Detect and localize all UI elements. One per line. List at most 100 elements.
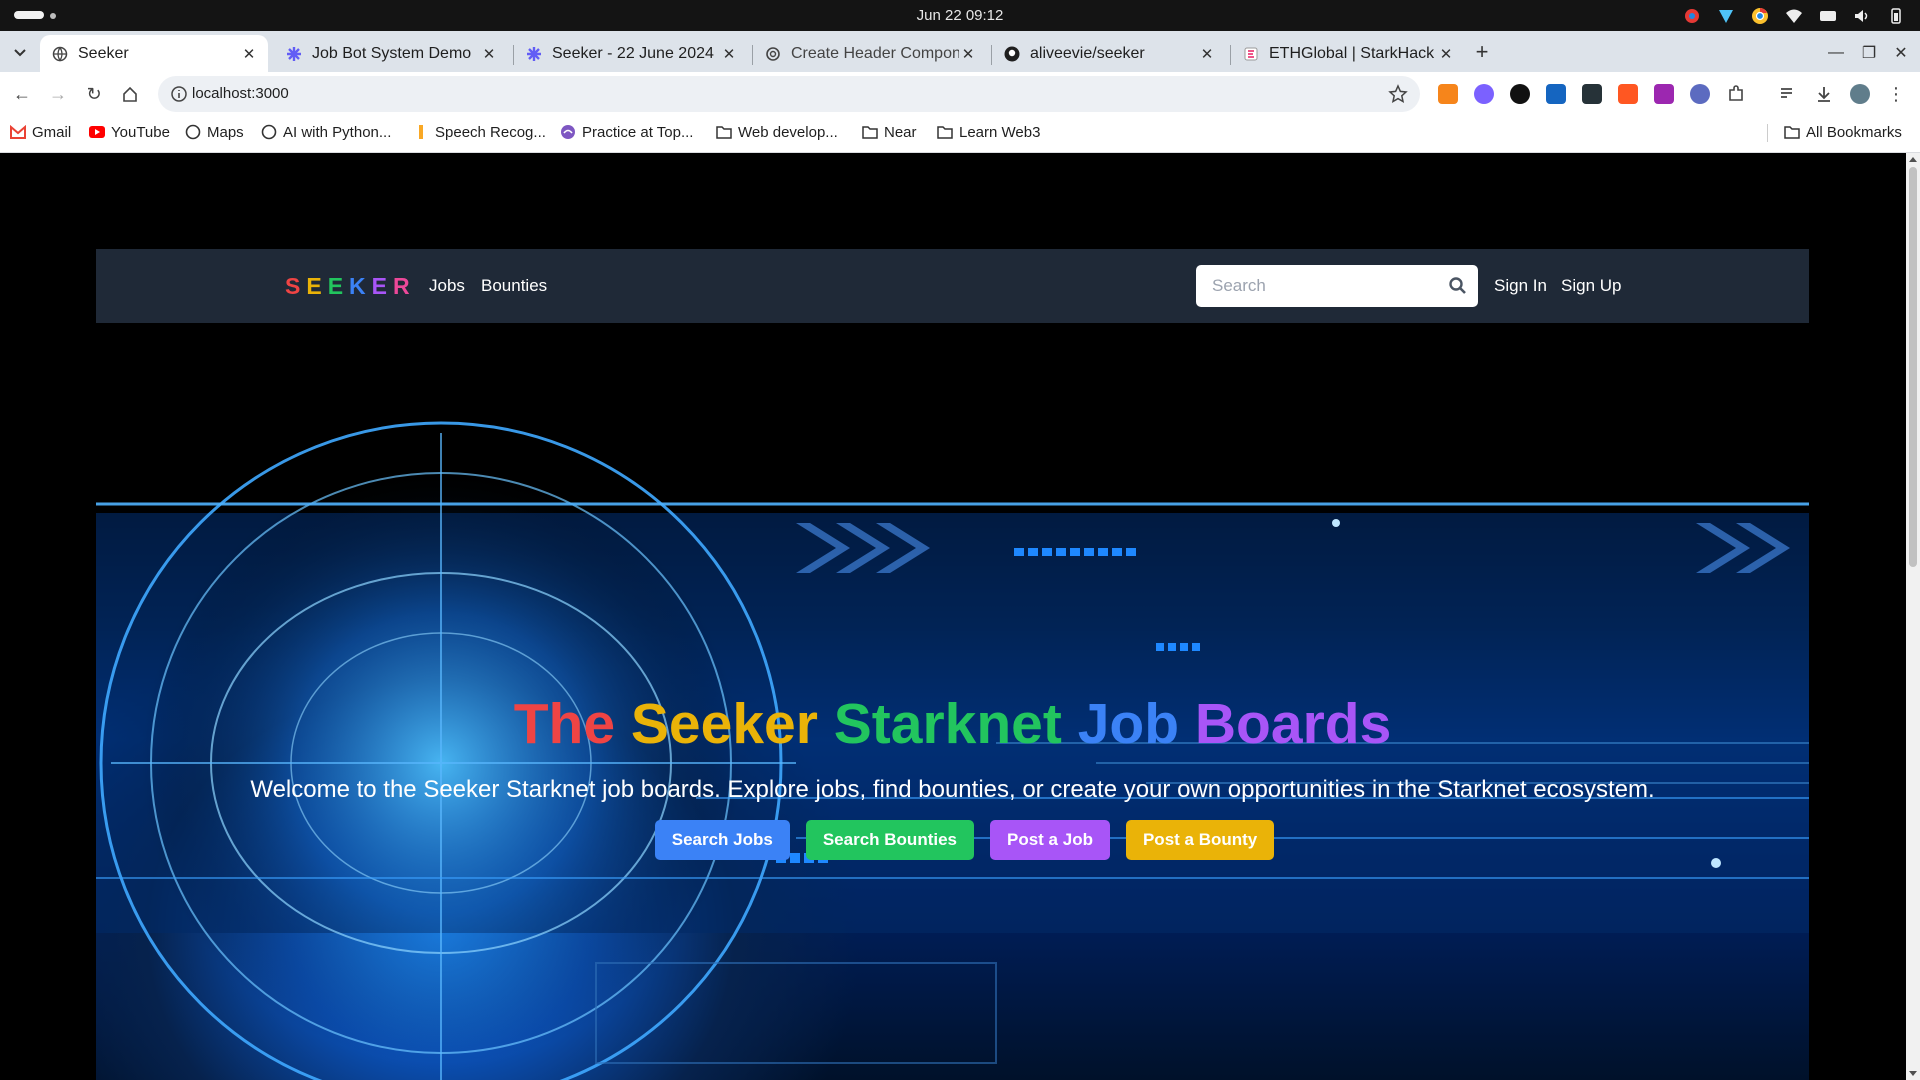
extension-icon[interactable] — [1654, 84, 1674, 104]
extension-icon[interactable] — [1618, 84, 1638, 104]
seeker-logo[interactable]: SEEKER — [285, 249, 416, 323]
logo-letter: S — [285, 273, 307, 299]
post-bounty-button[interactable]: Post a Bounty — [1125, 820, 1275, 860]
tab-label: Seeker - 22 June 2024 — [552, 44, 714, 62]
tab-seeker-video[interactable]: Seeker - 22 June 2024 ✕ — [514, 35, 748, 72]
download-icon[interactable] — [1814, 84, 1834, 104]
tab-label: aliveevie/seeker — [1030, 44, 1145, 62]
all-bookmarks[interactable]: All Bookmarks — [1784, 116, 1902, 148]
tab-label: ETHGlobal | StarkHack — [1269, 44, 1435, 62]
home-icon[interactable] — [118, 82, 142, 106]
site-info-icon[interactable] — [170, 85, 188, 103]
folder-icon — [862, 124, 878, 140]
wifi-icon[interactable] — [1784, 6, 1804, 26]
system-clock[interactable]: Jun 22 09:12 — [0, 0, 1920, 31]
search-input[interactable] — [1196, 265, 1436, 307]
tab-seeker[interactable]: Seeker ✕ — [40, 35, 268, 72]
reload-icon[interactable]: ↻ — [82, 82, 106, 106]
page-scrollbar[interactable] — [1906, 153, 1920, 1080]
tab-github[interactable]: aliveevie/seeker ✕ — [992, 35, 1226, 72]
metamask-icon[interactable] — [1438, 84, 1458, 104]
battery-icon[interactable] — [1886, 6, 1906, 26]
bookmark-speech[interactable]: Speech Recog... — [413, 116, 546, 148]
nav-jobs-link[interactable]: Jobs — [429, 249, 465, 323]
record-icon[interactable] — [1682, 6, 1702, 26]
bookmark-gmail[interactable]: Gmail — [10, 116, 71, 148]
bookmark-label: Speech Recog... — [435, 123, 546, 141]
tab-ethglobal[interactable]: ETHGlobal | StarkHack ✕ — [1231, 35, 1465, 72]
scroll-down-arrow-icon[interactable] — [1909, 1071, 1917, 1076]
bookmark-label: Gmail — [32, 123, 72, 141]
minimize-icon[interactable]: — — [1824, 41, 1848, 65]
tab-strip: Seeker ✕ Job Bot System Demo ✕ Seeker - … — [0, 31, 1920, 72]
sign-in-link[interactable]: Sign In — [1494, 249, 1547, 323]
bookmarks-divider — [1767, 124, 1768, 142]
bookmark-label: YouTube — [111, 123, 170, 141]
logo-letter: E — [327, 273, 350, 299]
browser-toolbar: ← → ↻ localhost:3000 ⋮ — [0, 72, 1920, 116]
hero-title: The Seeker Starknet Job Boards — [96, 691, 1809, 757]
bookmark-ai-python[interactable]: AI with Python... — [261, 116, 391, 148]
hero-title-word: Starknet — [833, 692, 1062, 756]
extension-icon[interactable] — [1510, 84, 1530, 104]
bookmark-label: Learn Web3 — [959, 123, 1041, 141]
site-search — [1196, 265, 1478, 307]
sign-up-link[interactable]: Sign Up — [1561, 249, 1621, 323]
bookmark-practice[interactable]: Practice at Top... — [560, 116, 693, 148]
address-bar[interactable]: localhost:3000 — [158, 76, 1420, 112]
search-icon[interactable] — [1448, 276, 1468, 296]
more-menu-icon[interactable]: ⋮ — [1886, 84, 1906, 104]
tab-job-bot[interactable]: Job Bot System Demo ✕ — [274, 35, 508, 72]
close-icon[interactable]: ✕ — [720, 45, 738, 63]
bookmark-youtube[interactable]: YouTube — [89, 116, 170, 148]
extension-icon[interactable] — [1474, 84, 1494, 104]
profile-avatar[interactable] — [1850, 84, 1870, 104]
hero-section: The Seeker Starknet Job Boards Welcome t… — [96, 323, 1809, 1080]
puzzle-icon[interactable] — [1726, 84, 1746, 104]
bookmark-label: Practice at Top... — [582, 123, 694, 141]
bookmark-maps[interactable]: Maps — [185, 116, 244, 148]
extension-icon[interactable] — [1546, 84, 1566, 104]
close-window-icon[interactable]: ✕ — [1889, 41, 1913, 65]
logo-letter: K — [349, 273, 372, 299]
gmail-icon — [10, 124, 26, 140]
tab-search-button[interactable] — [8, 41, 32, 65]
bookmark-near[interactable]: Near — [862, 116, 917, 148]
close-icon[interactable]: ✕ — [959, 45, 977, 63]
logo-letter: E — [371, 273, 393, 299]
keyboard-icon[interactable] — [1818, 6, 1838, 26]
globe-icon — [261, 124, 277, 140]
tab-chatgpt[interactable]: Create Header Compone ✕ — [753, 35, 987, 72]
search-bounties-button[interactable]: Search Bounties — [805, 820, 974, 860]
search-jobs-button[interactable]: Search Jobs — [654, 820, 790, 860]
media-icon[interactable] — [1778, 84, 1798, 104]
close-icon[interactable]: ✕ — [1437, 45, 1455, 63]
scroll-up-arrow-icon[interactable] — [1909, 157, 1917, 162]
os-top-bar: Jun 22 09:12 — [0, 0, 1920, 31]
close-icon[interactable]: ✕ — [240, 45, 258, 63]
bookmark-star-icon[interactable] — [1388, 84, 1408, 104]
forward-arrow-icon[interactable]: → — [46, 82, 70, 106]
youtube-icon — [89, 124, 105, 140]
practice-icon — [560, 124, 576, 140]
scrollbar-thumb[interactable] — [1909, 167, 1917, 567]
extension-icon[interactable] — [1582, 84, 1602, 104]
new-tab-button[interactable]: + — [1470, 41, 1494, 65]
nav-bounties-link[interactable]: Bounties — [481, 249, 547, 323]
vpn-icon[interactable] — [1716, 6, 1736, 26]
bookmark-web-develop[interactable]: Web develop... — [716, 116, 838, 148]
extension-icon[interactable] — [1690, 84, 1710, 104]
volume-icon[interactable] — [1852, 6, 1872, 26]
url-text[interactable]: localhost:3000 — [192, 76, 289, 112]
bookmark-learn-web3[interactable]: Learn Web3 — [937, 116, 1040, 148]
post-job-button[interactable]: Post a Job — [990, 820, 1110, 860]
restore-icon[interactable]: ❐ — [1857, 41, 1881, 65]
bookmark-label: Web develop... — [738, 123, 838, 141]
close-icon[interactable]: ✕ — [480, 45, 498, 63]
close-icon[interactable]: ✕ — [1198, 45, 1216, 63]
tab-label: Seeker — [78, 44, 129, 62]
back-arrow-icon[interactable]: ← — [10, 82, 34, 106]
hero-title-word: Boards — [1194, 692, 1392, 756]
page-icon — [413, 124, 429, 140]
chrome-icon[interactable] — [1750, 6, 1770, 26]
